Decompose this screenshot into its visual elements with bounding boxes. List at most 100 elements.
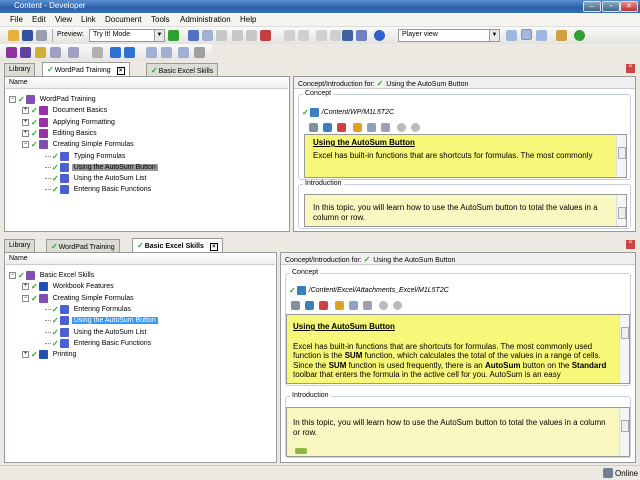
view-select[interactable]: Player view ▼ bbox=[398, 29, 500, 42]
menu-help[interactable]: Help bbox=[240, 15, 256, 24]
tree-item[interactable]: + ✓ Workbook Features bbox=[22, 281, 116, 292]
new-topic-icon[interactable] bbox=[35, 47, 46, 58]
find-icon[interactable] bbox=[260, 30, 271, 41]
settings-icon[interactable] bbox=[367, 123, 376, 132]
preview-icon[interactable] bbox=[381, 123, 390, 132]
tree-item[interactable]: ✓ Using the AutoSum Button bbox=[45, 162, 158, 173]
menu-document[interactable]: Document bbox=[105, 15, 141, 24]
close-button[interactable]: ✕ bbox=[620, 1, 638, 12]
unlink-icon[interactable] bbox=[319, 301, 328, 310]
redo-icon[interactable] bbox=[298, 30, 309, 41]
tree-item[interactable]: + ✓ Printing bbox=[22, 349, 78, 360]
menu-file[interactable]: File bbox=[10, 15, 23, 24]
scrollbar[interactable] bbox=[619, 408, 629, 456]
menu-administration[interactable]: Administration bbox=[180, 15, 231, 24]
outdent-icon[interactable] bbox=[146, 47, 157, 58]
link-icon[interactable] bbox=[309, 123, 318, 132]
tab-basic-excel-skills[interactable]: ✓Basic Excel Skills × bbox=[132, 238, 223, 252]
open-icon[interactable] bbox=[8, 30, 19, 41]
web-page-icon[interactable] bbox=[305, 301, 314, 310]
paste-icon[interactable] bbox=[216, 30, 227, 41]
close-tab-icon[interactable]: × bbox=[209, 243, 218, 251]
move-up-icon[interactable] bbox=[110, 47, 121, 58]
expand-icon[interactable]: + bbox=[22, 283, 29, 291]
attach-icon[interactable] bbox=[178, 47, 189, 58]
tree-item[interactable]: + ✓ Document Basics bbox=[22, 105, 109, 116]
indent-icon[interactable] bbox=[161, 47, 172, 58]
tree-item[interactable]: ✓ Entering Basic Functions bbox=[45, 338, 153, 349]
refresh-icon[interactable] bbox=[574, 30, 585, 41]
close-pane-button[interactable]: × bbox=[626, 240, 635, 249]
copy-icon[interactable] bbox=[202, 30, 213, 41]
scrollbar[interactable] bbox=[619, 315, 629, 383]
tree-item[interactable]: − ✓ Creating Simple Formulas bbox=[22, 139, 136, 150]
tab-wordpad-training[interactable]: ✓WordPad Training × bbox=[42, 62, 130, 76]
maximize-button[interactable]: ▫ bbox=[602, 1, 620, 12]
spellcheck-icon[interactable] bbox=[356, 30, 367, 41]
move-down-icon[interactable] bbox=[124, 47, 135, 58]
web-page-icon[interactable] bbox=[323, 123, 332, 132]
tab-library[interactable]: Library bbox=[4, 63, 36, 76]
collapse-icon[interactable]: − bbox=[22, 141, 29, 149]
tree-item[interactable]: ✓ Typing Formulas bbox=[45, 151, 127, 162]
collapse-icon[interactable]: − bbox=[9, 96, 16, 103]
edit-icon[interactable] bbox=[335, 301, 344, 310]
help-icon[interactable] bbox=[374, 30, 385, 41]
save-icon[interactable] bbox=[22, 30, 33, 41]
properties-icon[interactable] bbox=[246, 30, 257, 41]
preview-icon[interactable] bbox=[363, 301, 372, 310]
collapse-icon[interactable] bbox=[330, 30, 341, 41]
tree-item[interactable]: ✓ Entering Formulas bbox=[45, 304, 133, 315]
settings-icon[interactable] bbox=[92, 47, 103, 58]
menu-view[interactable]: View bbox=[55, 15, 72, 24]
scrollbar[interactable] bbox=[616, 135, 626, 177]
tree-item[interactable]: ✓ Using the AutoSum List bbox=[45, 173, 148, 184]
expand-icon[interactable]: + bbox=[22, 129, 29, 137]
collapse-icon[interactable]: − bbox=[9, 272, 16, 279]
layout-horizontal-icon[interactable] bbox=[521, 29, 532, 40]
concept-content[interactable]: Using the AutoSum Button Excel has built… bbox=[304, 134, 627, 178]
column-header-name[interactable]: Name bbox=[6, 254, 275, 265]
menu-tools[interactable]: Tools bbox=[151, 15, 170, 24]
close-pane-button[interactable]: × bbox=[626, 64, 635, 73]
menu-edit[interactable]: Edit bbox=[32, 15, 46, 24]
question-icon[interactable] bbox=[50, 47, 61, 58]
settings-icon[interactable] bbox=[349, 301, 358, 310]
new-section-icon[interactable] bbox=[20, 47, 31, 58]
undo-icon[interactable] bbox=[284, 30, 295, 41]
preview-mode-select[interactable]: Try It! Mode ▼ bbox=[89, 29, 165, 42]
collapse-icon[interactable]: − bbox=[22, 294, 29, 302]
column-header-name[interactable]: Name bbox=[6, 78, 288, 89]
link-icon[interactable] bbox=[291, 301, 300, 310]
print-icon[interactable] bbox=[36, 30, 47, 41]
minimize-button[interactable]: – bbox=[583, 1, 601, 12]
introduction-content[interactable]: In this topic, you will learn how to use… bbox=[286, 407, 630, 457]
tree-item[interactable]: ✓ Entering Basic Functions bbox=[45, 184, 153, 195]
tree-item[interactable]: ✓ Using the AutoSum Button bbox=[45, 315, 158, 326]
new-module-icon[interactable] bbox=[6, 47, 17, 58]
question-menu-icon[interactable] bbox=[68, 47, 79, 58]
play-icon[interactable] bbox=[379, 301, 388, 310]
stop-icon[interactable] bbox=[411, 123, 420, 132]
close-tab-icon[interactable]: × bbox=[116, 67, 125, 75]
layout-vertical-icon[interactable] bbox=[536, 30, 547, 41]
tree-item[interactable]: + ✓ Editing Basics bbox=[22, 128, 99, 139]
play-icon[interactable] bbox=[397, 123, 406, 132]
expand-icon[interactable] bbox=[316, 30, 327, 41]
tree-item[interactable]: − ✓ Creating Simple Formulas bbox=[22, 293, 136, 304]
unlink-icon[interactable] bbox=[337, 123, 346, 132]
tree-item[interactable]: − ✓ WordPad Training bbox=[9, 94, 98, 105]
cut-icon[interactable] bbox=[188, 30, 199, 41]
expand-icon[interactable]: + bbox=[22, 351, 29, 359]
detach-icon[interactable] bbox=[194, 47, 205, 58]
tab-wordpad-training[interactable]: ✓WordPad Training bbox=[46, 239, 120, 252]
tree-item[interactable]: ✓ Using the AutoSum List bbox=[45, 327, 148, 338]
stop-icon[interactable] bbox=[393, 301, 402, 310]
delete-icon[interactable] bbox=[232, 30, 243, 41]
search-icon[interactable] bbox=[342, 30, 353, 41]
expand-icon[interactable]: + bbox=[22, 107, 29, 115]
edit-icon[interactable] bbox=[353, 123, 362, 132]
menu-link[interactable]: Link bbox=[81, 15, 96, 24]
go-icon[interactable] bbox=[168, 30, 179, 41]
scrollbar[interactable] bbox=[616, 195, 626, 226]
